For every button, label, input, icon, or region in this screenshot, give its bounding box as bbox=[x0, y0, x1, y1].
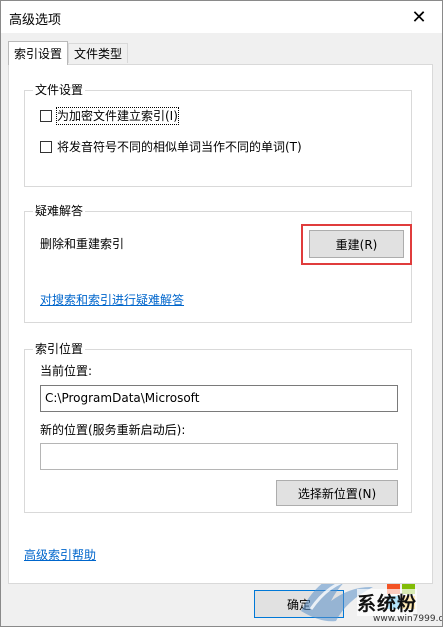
file-settings-group: 文件设置 为加密文件建立索引(I) 将发音符号不同的相似单词当作不同的单词(T) bbox=[24, 82, 412, 187]
encrypt-index-checkbox[interactable] bbox=[40, 110, 52, 122]
rebuild-button-label: 重建(R) bbox=[335, 237, 378, 252]
select-button-label: 选择新位置(N) bbox=[297, 486, 377, 501]
watermark-url: www.win7999.com bbox=[373, 614, 443, 624]
tab-label: 索引设置 bbox=[13, 47, 62, 61]
current-location-label: 当前位置: bbox=[40, 364, 93, 378]
troubleshoot-group: 疑难解答 删除和重建索引 重建(R) 对搜索和索引进行疑难解答 bbox=[24, 203, 412, 323]
select-new-location-button[interactable]: 选择新位置(N) bbox=[276, 480, 398, 506]
encrypt-index-label[interactable]: 为加密文件建立索引(I) bbox=[56, 107, 179, 125]
group-title: 索引位置 bbox=[33, 341, 86, 357]
window-title: 高级选项 bbox=[9, 13, 62, 28]
advanced-index-help-link[interactable]: 高级索引帮助 bbox=[24, 547, 96, 563]
close-button[interactable]: ✕ bbox=[396, 1, 442, 33]
tab-index-settings[interactable]: 索引设置 bbox=[8, 41, 68, 65]
tab-file-types[interactable]: 文件类型 bbox=[68, 43, 128, 63]
tab-panel: 文件设置 为加密文件建立索引(I) 将发音符号不同的相似单词当作不同的单词(T)… bbox=[8, 64, 433, 584]
watermark-brand: 系统粉 bbox=[357, 589, 418, 616]
tab-label: 文件类型 bbox=[73, 47, 122, 61]
new-location-field[interactable] bbox=[40, 443, 398, 470]
advanced-options-dialog: 高级选项 ✕ 索引设置 文件类型 文件设置 为加密文件建立索引(I) 将发音符号… bbox=[0, 0, 443, 627]
group-title: 疑难解答 bbox=[33, 203, 86, 219]
group-title: 文件设置 bbox=[33, 82, 86, 98]
troubleshoot-link[interactable]: 对搜索和索引进行疑难解答 bbox=[40, 292, 184, 308]
title-bar[interactable]: 高级选项 ✕ bbox=[1, 1, 442, 33]
diacritics-label[interactable]: 将发音符号不同的相似单词当作不同的单词(T) bbox=[57, 139, 302, 155]
index-location-group: 索引位置 当前位置: C:\ProgramData\Microsoft 新的位置… bbox=[24, 341, 412, 513]
diacritics-checkbox[interactable] bbox=[40, 141, 52, 153]
rebuild-button[interactable]: 重建(R) bbox=[309, 230, 404, 258]
rebuild-index-label: 删除和重建索引 bbox=[40, 237, 125, 251]
new-location-label: 新的位置(服务重新启动后): bbox=[40, 423, 186, 437]
current-location-field[interactable]: C:\ProgramData\Microsoft bbox=[40, 385, 398, 412]
close-icon: ✕ bbox=[411, 6, 427, 28]
